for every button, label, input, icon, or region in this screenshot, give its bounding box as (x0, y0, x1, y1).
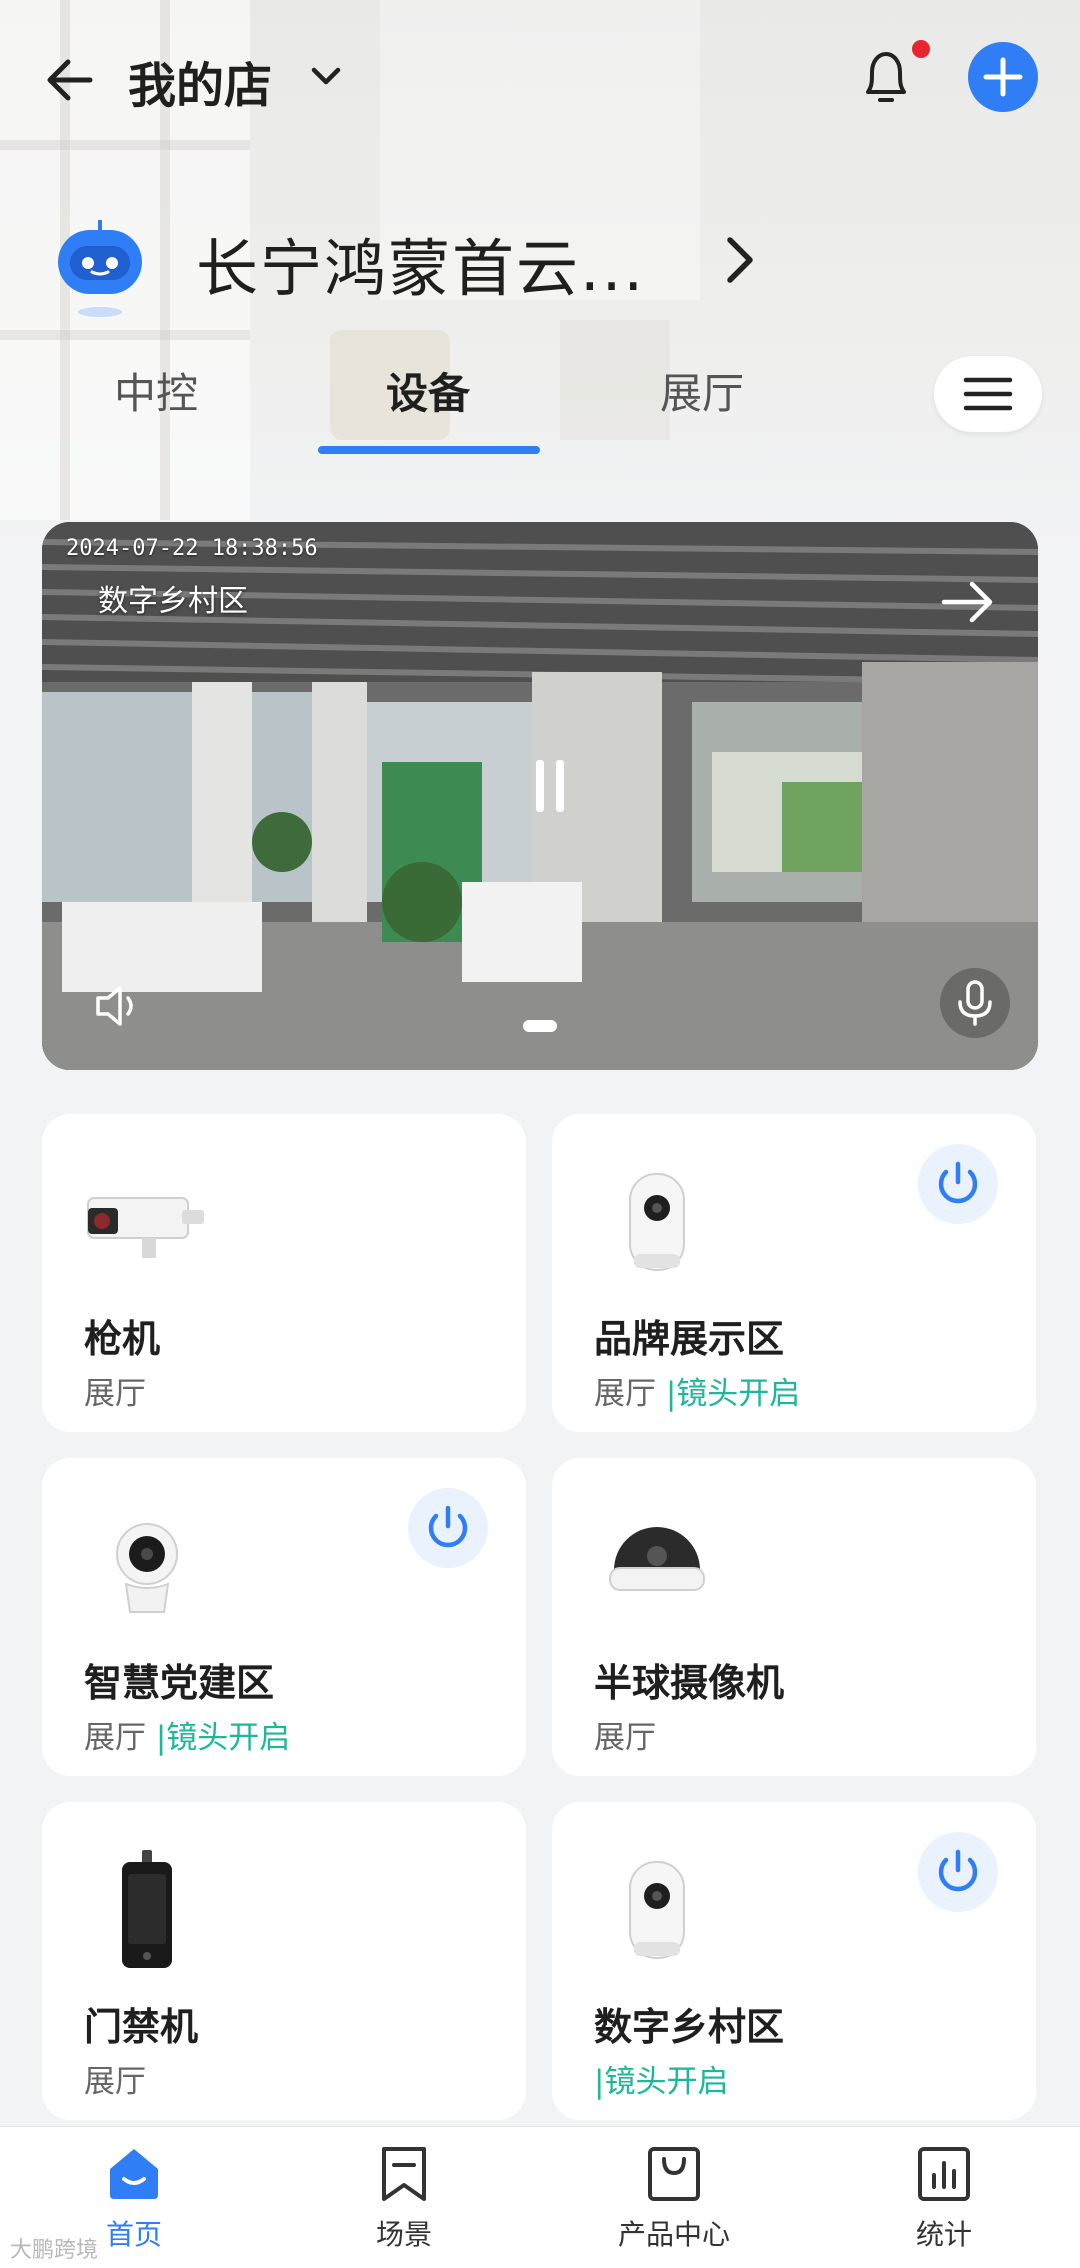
pan-tilt-camera-icon (592, 1844, 722, 1974)
camera-name: 数字乡村区 (98, 584, 248, 619)
power-button[interactable] (918, 1832, 998, 1912)
menu-button[interactable] (934, 356, 1042, 432)
bullet-camera-icon (82, 1156, 212, 1286)
shop-title[interactable]: 我的店 (128, 46, 272, 116)
carousel-indicator (42, 1016, 1038, 1036)
nav-item-product-center[interactable]: 产品中心 (574, 2141, 774, 2261)
device-subtitle: 展厅 (594, 1712, 656, 1757)
nav-label: 场景 (375, 2218, 432, 2251)
back-button[interactable] (40, 48, 104, 112)
bottom-nav: 首页 场景 产品中心 统计 (0, 2126, 1080, 2268)
add-button[interactable] (968, 42, 1038, 112)
device-room: 展厅 (594, 1376, 656, 1412)
device-room: 展厅 (84, 1376, 146, 1412)
device-status: |镜头开启 (594, 2064, 729, 2100)
notification-badge (912, 40, 930, 58)
nav-label: 产品中心 (617, 2218, 730, 2251)
tab-control[interactable]: 中控 (114, 360, 198, 421)
camera-preview[interactable]: 2024-07-22 18:38:56 数字乡村区 (42, 522, 1038, 1070)
dome-camera-icon (592, 1500, 722, 1630)
device-name: 品牌展示区 (594, 1317, 785, 1361)
device-subtitle: 展厅 |镜头开启 (84, 1712, 290, 1757)
device-subtitle: |镜头开启 (594, 2056, 728, 2101)
access-terminal-icon (82, 1844, 212, 1974)
tab-showroom[interactable]: 展厅 (660, 360, 744, 421)
device-card[interactable]: 数字乡村区 |镜头开启 (552, 1802, 1036, 2120)
device-card[interactable]: 半球摄像机 展厅 (552, 1458, 1036, 1776)
scene-icon (382, 2147, 426, 2201)
nav-label: 统计 (915, 2218, 972, 2251)
device-name: 门禁机 (84, 2005, 199, 2049)
device-card[interactable]: 枪机 展厅 (42, 1114, 526, 1432)
device-room: 展厅 (84, 1720, 146, 1756)
arrow-right-icon[interactable] (930, 564, 1006, 640)
device-subtitle: 展厅 (84, 1368, 146, 1413)
device-status: |镜头开启 (665, 1376, 801, 1412)
chevron-right-icon[interactable] (716, 232, 762, 288)
device-name: 智慧党建区 (84, 1661, 275, 1705)
camera-timestamp: 2024-07-22 18:38:56 (66, 536, 318, 561)
round-camera-icon (82, 1500, 212, 1630)
notification-bell-icon[interactable] (856, 42, 916, 112)
device-card[interactable]: 智慧党建区 展厅 |镜头开启 (42, 1458, 526, 1776)
home-icon (110, 2149, 158, 2199)
device-name: 半球摄像机 (594, 1661, 785, 1705)
pause-icon[interactable] (518, 746, 582, 826)
device-name: 数字乡村区 (594, 2005, 785, 2049)
space-name[interactable]: 长宁鸿蒙首云... (196, 218, 645, 308)
tab-indicator (318, 446, 540, 454)
device-card[interactable]: 门禁机 展厅 (42, 1802, 526, 2120)
carousel-dot-active (523, 1020, 557, 1032)
device-subtitle: 展厅 (84, 2056, 146, 2101)
chevron-down-icon[interactable] (306, 56, 346, 96)
watermark: 大鹏跨境 (10, 2238, 99, 2263)
nav-item-statistics[interactable]: 统计 (844, 2141, 1044, 2261)
pan-tilt-camera-icon (592, 1156, 722, 1286)
device-subtitle: 展厅 |镜头开启 (594, 1368, 800, 1413)
device-room: 展厅 (84, 2064, 146, 2100)
power-button[interactable] (918, 1144, 998, 1224)
power-button[interactable] (408, 1488, 488, 1568)
device-room: 展厅 (594, 1720, 656, 1756)
tab-devices[interactable]: 设备 (386, 360, 470, 421)
statistics-icon (918, 2147, 970, 2201)
device-status: |镜头开启 (155, 1720, 291, 1756)
device-card[interactable]: 品牌展示区 展厅 |镜头开启 (552, 1114, 1036, 1432)
device-name: 枪机 (84, 1317, 161, 1361)
robot-avatar-icon (52, 212, 148, 322)
product-center-icon (648, 2147, 700, 2201)
nav-item-scene[interactable]: 场景 (304, 2141, 504, 2261)
